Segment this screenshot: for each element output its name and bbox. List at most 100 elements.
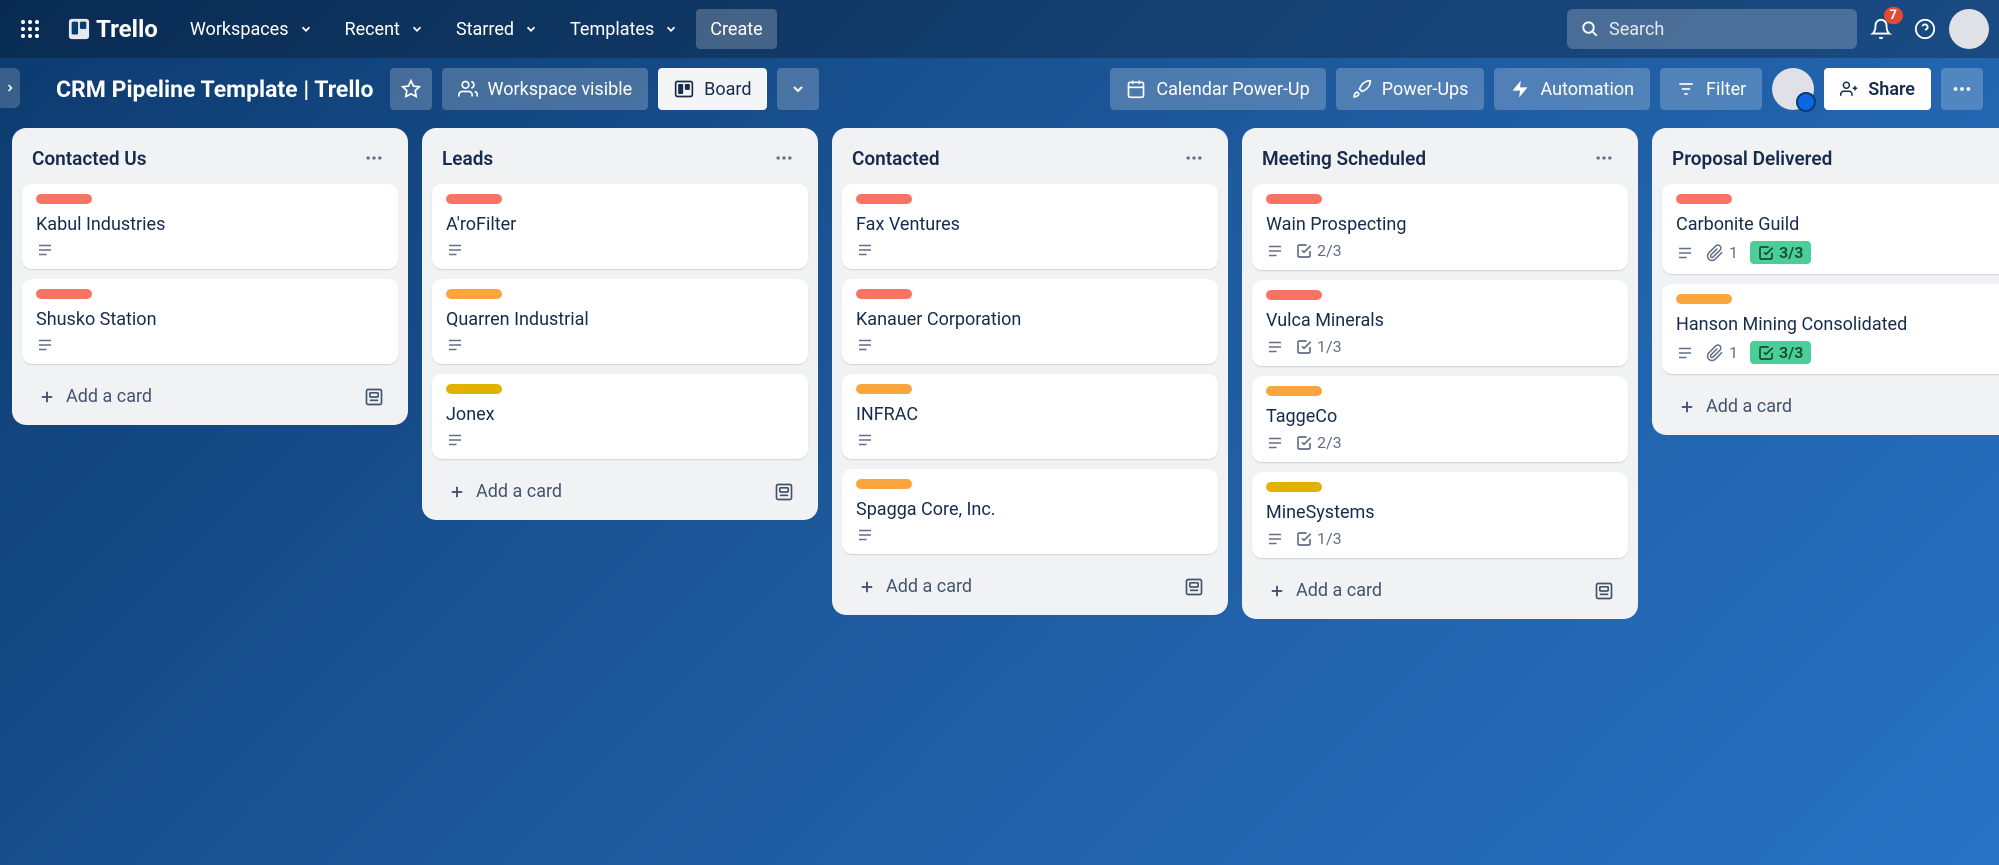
list: Meeting Scheduled Wain Prospecting2/3 Vulc…	[1242, 128, 1638, 619]
user-avatar[interactable]	[1949, 9, 1989, 49]
card-template-button[interactable]	[1178, 571, 1210, 603]
card[interactable]: Quarren Industrial	[432, 279, 808, 364]
expand-sidebar-button[interactable]	[0, 68, 20, 108]
list-title[interactable]: Proposal Delivered	[1672, 147, 1832, 170]
list: Leads A'roFilter Quarren Industrial Jonex Ad…	[422, 128, 818, 520]
recent-menu[interactable]: Recent	[331, 9, 438, 49]
list: Contacted Us Kabul Industries Shusko Stati…	[12, 128, 408, 425]
star-button[interactable]	[390, 68, 432, 110]
apps-icon[interactable]	[10, 9, 50, 49]
trello-logo[interactable]: Trello	[54, 15, 172, 43]
board-menu-button[interactable]	[1941, 68, 1983, 110]
card-template-button[interactable]	[1588, 575, 1620, 607]
starred-menu[interactable]: Starred	[442, 9, 552, 49]
create-button[interactable]: Create	[696, 9, 776, 49]
workspaces-menu[interactable]: Workspaces	[176, 9, 327, 49]
card-label[interactable]	[856, 289, 912, 299]
member-avatar[interactable]	[1772, 68, 1814, 110]
search-box[interactable]	[1567, 9, 1857, 49]
card-title: A'roFilter	[446, 214, 794, 235]
card[interactable]: INFRAC	[842, 374, 1218, 459]
attachment-badge: 1	[1706, 343, 1738, 362]
card[interactable]: Vulca Minerals1/3	[1252, 280, 1628, 366]
list-title[interactable]: Leads	[442, 147, 493, 170]
card-title: INFRAC	[856, 404, 1204, 425]
add-card-button[interactable]: Add a card	[1670, 390, 1998, 423]
logo-text: Trello	[96, 15, 158, 43]
card-title: Fax Ventures	[856, 214, 1204, 235]
description-icon	[1676, 344, 1694, 362]
board-title[interactable]: CRM Pipeline Template | Trello	[56, 76, 374, 103]
card-label[interactable]	[446, 194, 502, 204]
automation-button[interactable]: Automation	[1494, 68, 1650, 110]
card[interactable]: Spagga Core, Inc.	[842, 469, 1218, 554]
notification-badge: 7	[1884, 7, 1903, 24]
rocket-icon	[1352, 79, 1372, 99]
card[interactable]: TaggeCo2/3	[1252, 376, 1628, 462]
card-label[interactable]	[446, 384, 502, 394]
add-card-button[interactable]: Add a card	[440, 475, 768, 508]
card-label[interactable]	[1266, 482, 1322, 492]
templates-menu[interactable]: Templates	[556, 9, 692, 49]
list-menu-button[interactable]	[770, 144, 798, 172]
help-button[interactable]	[1905, 9, 1945, 49]
board-view-button[interactable]: Board	[658, 68, 767, 110]
board-bar: CRM Pipeline Template | Trello Workspace…	[0, 58, 1999, 120]
list-title[interactable]: Contacted Us	[32, 147, 147, 170]
card[interactable]: Shusko Station	[22, 279, 398, 364]
share-button[interactable]: Share	[1824, 68, 1931, 110]
list-menu-button[interactable]	[1590, 144, 1618, 172]
description-icon	[856, 241, 874, 259]
card[interactable]: MineSystems1/3	[1252, 472, 1628, 558]
card[interactable]: Carbonite Guild13/3	[1662, 184, 1999, 274]
card-template-button[interactable]	[768, 476, 800, 508]
description-icon	[446, 431, 464, 449]
board-icon	[674, 79, 694, 99]
view-switcher-button[interactable]	[777, 68, 819, 110]
card-label[interactable]	[1266, 386, 1322, 396]
card-label[interactable]	[1676, 194, 1732, 204]
card-template-button[interactable]	[358, 381, 390, 413]
workspace-visible-button[interactable]: Workspace visible	[442, 68, 649, 110]
add-card-button[interactable]: Add a card	[30, 380, 358, 413]
description-icon	[446, 241, 464, 259]
card-label[interactable]	[36, 194, 92, 204]
more-icon	[1951, 78, 1973, 100]
card-label[interactable]	[36, 289, 92, 299]
card[interactable]: Hanson Mining Consolidated 1 3/3	[1662, 284, 1999, 374]
attachment-badge: 1	[1706, 243, 1738, 262]
card-label[interactable]	[446, 289, 502, 299]
card[interactable]: Fax Ventures	[842, 184, 1218, 269]
add-card-button[interactable]: Add a card	[850, 570, 1178, 603]
card-label[interactable]	[1266, 290, 1322, 300]
card[interactable]: Kanauer Corporation	[842, 279, 1218, 364]
card-label[interactable]	[1676, 294, 1732, 304]
card[interactable]: Wain Prospecting2/3	[1252, 184, 1628, 270]
list-menu-button[interactable]	[1180, 144, 1208, 172]
list-menu-button[interactable]	[360, 144, 388, 172]
add-card-button[interactable]: Add a card	[1260, 574, 1588, 607]
description-icon	[1266, 338, 1284, 356]
list: Proposal Delivered Carbonite Guild13/3 Han…	[1652, 128, 1999, 435]
description-icon	[36, 336, 54, 354]
calendar-powerup-button[interactable]: Calendar Power-Up	[1110, 68, 1325, 110]
card-label[interactable]	[856, 479, 912, 489]
list-title[interactable]: Contacted	[852, 147, 940, 170]
list-title[interactable]: Meeting Scheduled	[1262, 147, 1426, 170]
card-label[interactable]	[1266, 194, 1322, 204]
chevron-down-icon	[790, 81, 806, 97]
card[interactable]: Kabul Industries	[22, 184, 398, 269]
bolt-icon	[1510, 79, 1530, 99]
filter-button[interactable]: Filter	[1660, 68, 1762, 110]
card[interactable]: Jonex	[432, 374, 808, 459]
card-label[interactable]	[856, 194, 912, 204]
checklist-badge: 3/3	[1750, 341, 1811, 364]
card-title: Hanson Mining Consolidated	[1676, 314, 1999, 335]
search-input[interactable]	[1609, 19, 1843, 40]
description-icon	[36, 241, 54, 259]
card-label[interactable]	[856, 384, 912, 394]
card-title: Kanauer Corporation	[856, 309, 1204, 330]
checklist-badge: 1/3	[1296, 529, 1342, 548]
powerups-button[interactable]: Power-Ups	[1336, 68, 1485, 110]
card[interactable]: A'roFilter	[432, 184, 808, 269]
